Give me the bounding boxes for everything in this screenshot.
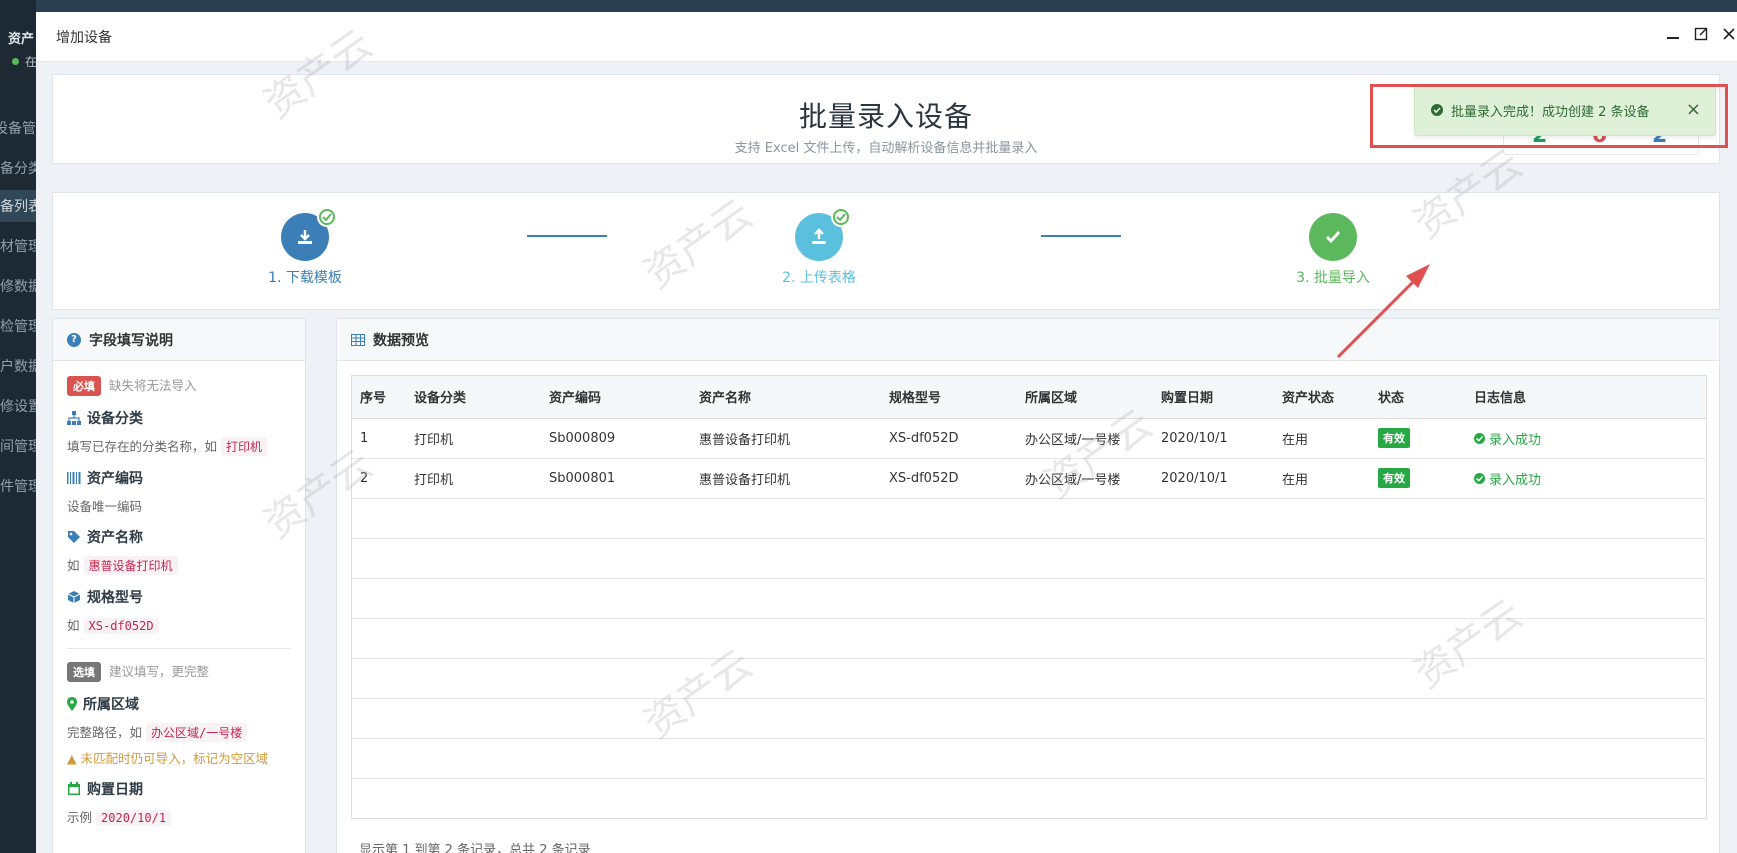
annotation-arrow <box>1336 264 1430 359</box>
